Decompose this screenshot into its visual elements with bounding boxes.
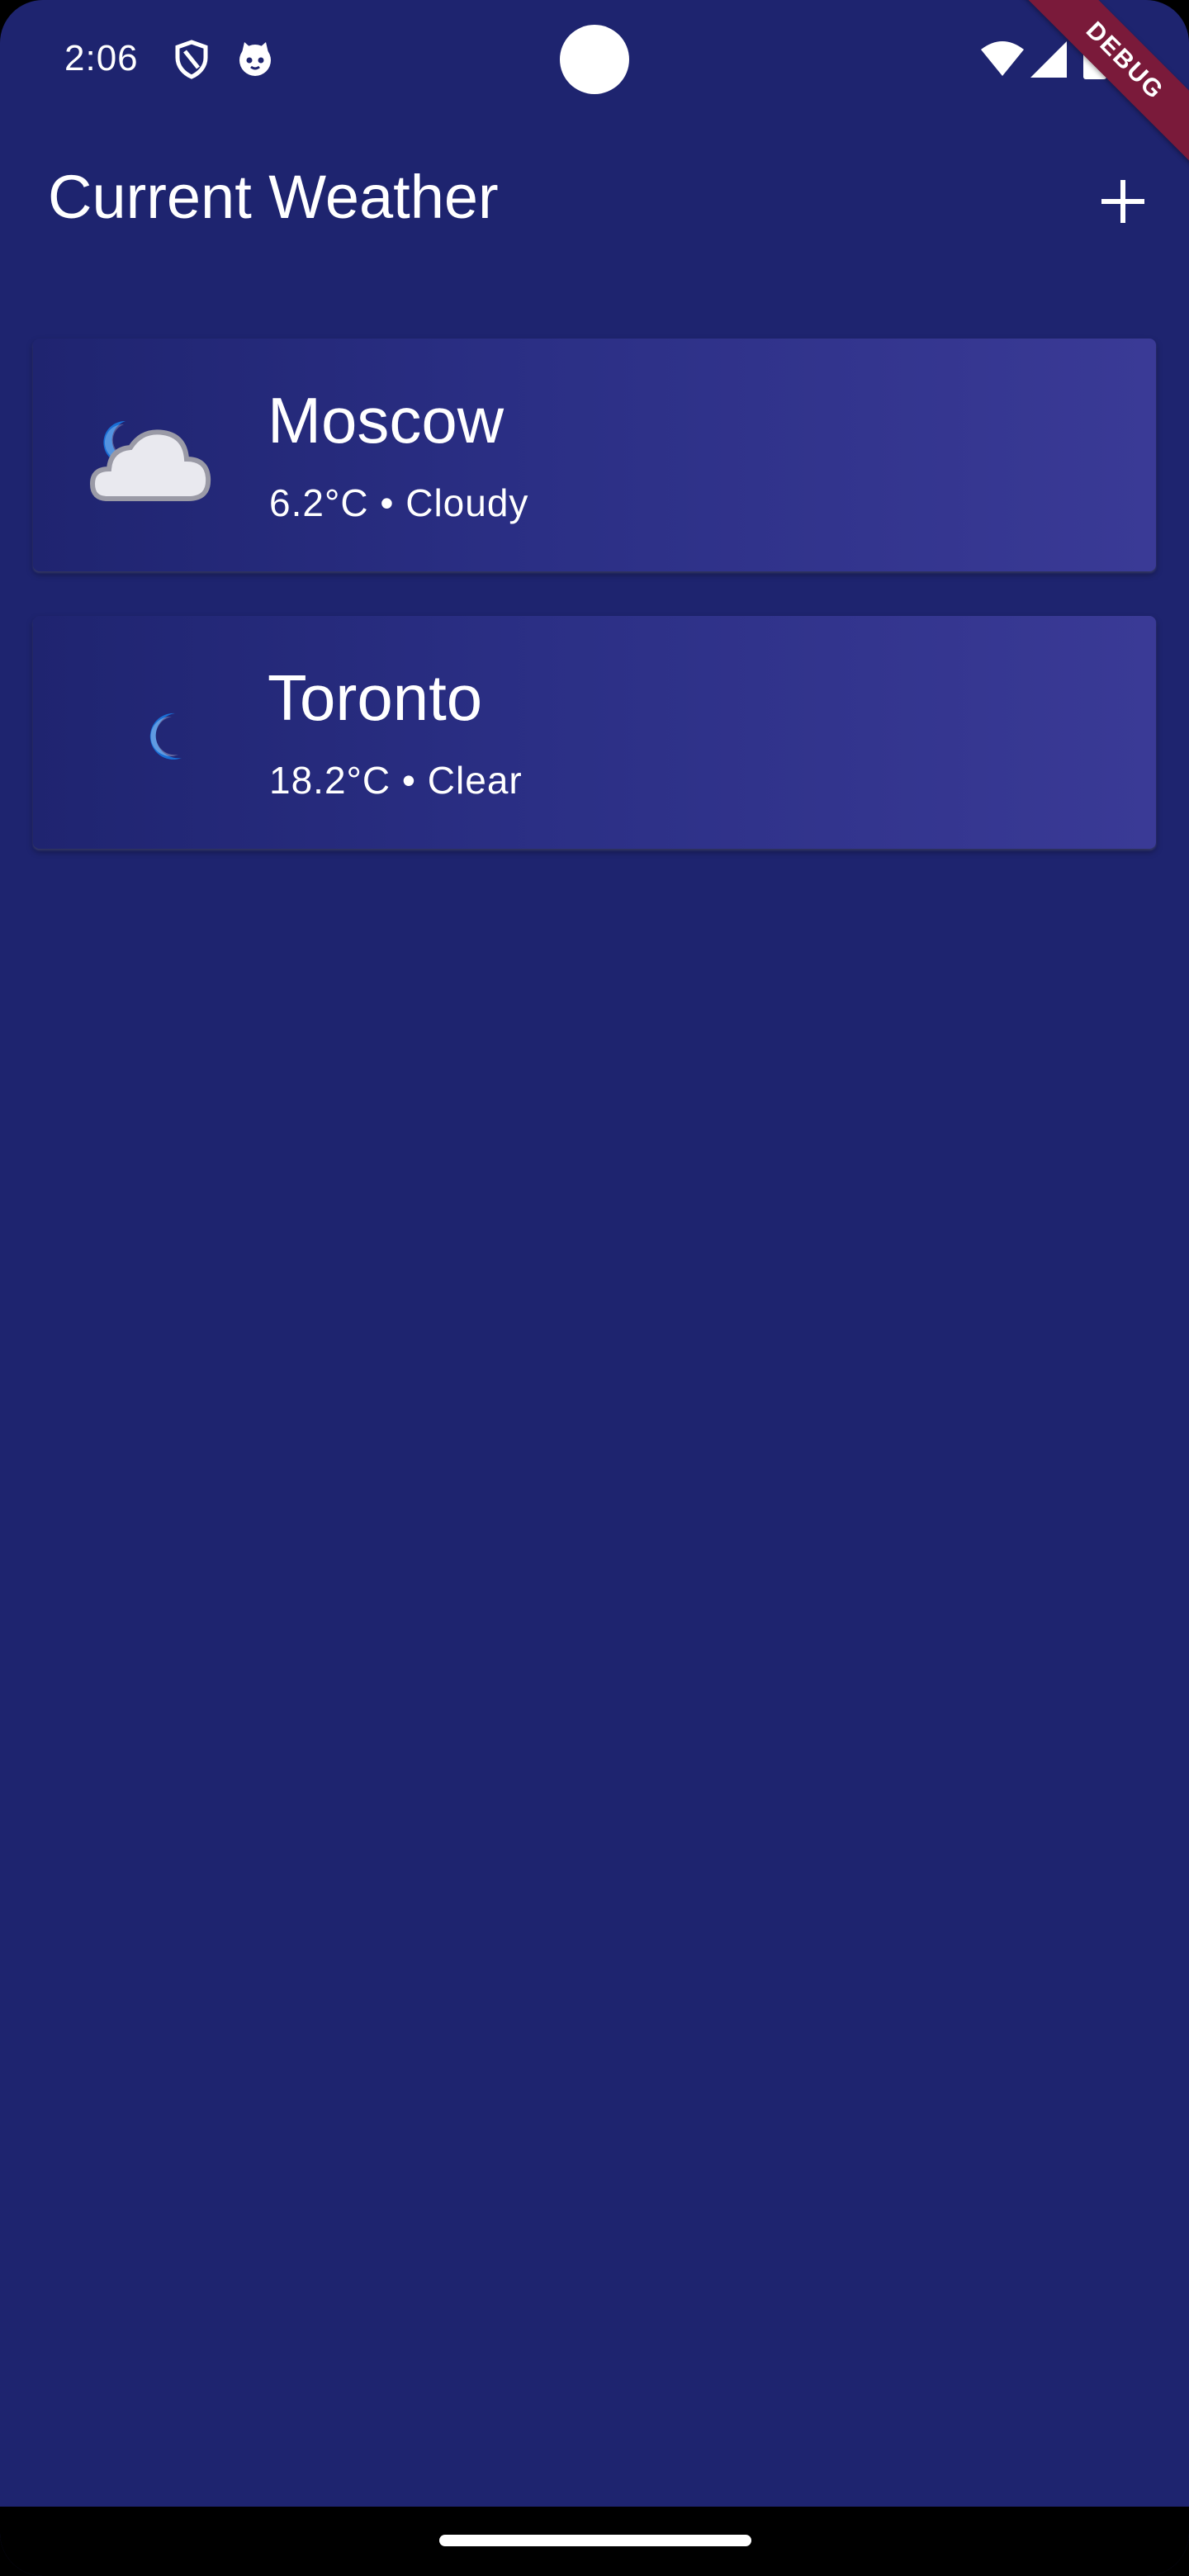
debug-banner: DEBUG	[1007, 0, 1189, 178]
city-name: Toronto	[268, 661, 483, 734]
city-card-toronto[interactable]: Toronto 18.2°C • Clear	[33, 616, 1156, 849]
city-weather-detail: 18.2°C • Clear	[269, 759, 523, 802]
moon-cloud-icon	[83, 388, 223, 520]
status-time: 2:06	[64, 38, 139, 78]
city-card-moscow[interactable]: Moscow 6.2°C • Cloudy	[33, 339, 1156, 571]
camera-cutout	[560, 25, 629, 94]
signal-icon	[1030, 41, 1067, 82]
status-bar: 2:06 DEBUG	[0, 0, 1189, 178]
cat-face-icon	[236, 40, 274, 82]
page-title: Current Weather	[48, 163, 499, 231]
home-indicator[interactable]	[439, 2535, 751, 2546]
city-weather-detail: 6.2°C • Cloudy	[269, 481, 529, 524]
city-name: Moscow	[268, 384, 504, 457]
moon-icon	[83, 665, 223, 798]
plus-icon	[1101, 180, 1144, 223]
add-city-button[interactable]	[1082, 160, 1164, 243]
shield-icon	[173, 40, 210, 83]
wifi-icon	[981, 41, 1024, 80]
app-screen: 2:06 DEBUG Current Weather Moscow 6.2°C …	[0, 0, 1189, 2576]
